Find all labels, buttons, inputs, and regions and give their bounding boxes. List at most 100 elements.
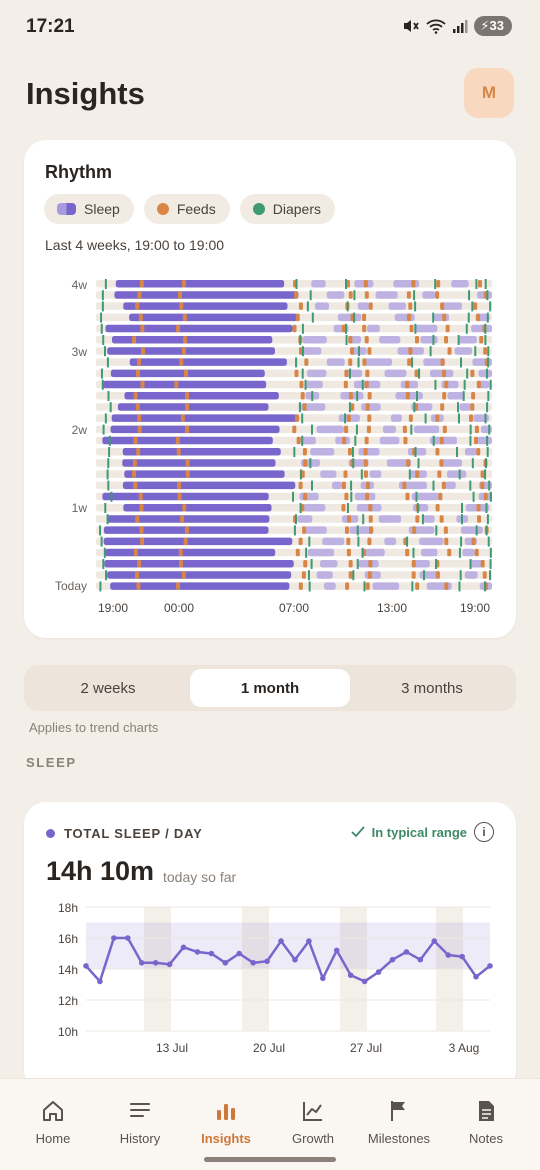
rhythm-diaper-mark (416, 391, 419, 401)
rhythm-time-label-4: 13:00 (377, 601, 407, 615)
rhythm-diaper-mark (348, 402, 351, 413)
rhythm-nap (481, 425, 492, 434)
rhythm-diaper-mark (463, 379, 466, 390)
rhythm-nap (394, 313, 415, 322)
chip-feeds[interactable]: Feeds (143, 194, 230, 224)
rhythm-nap (459, 403, 472, 411)
rhythm-nap (462, 548, 475, 557)
range-option-3-months[interactable]: 3 months (352, 669, 512, 707)
range-option-2-weeks[interactable]: 2 weeks (28, 669, 188, 707)
rhythm-feed-mark (348, 392, 353, 400)
rhythm-feed-mark (180, 515, 185, 523)
total-sleep-point (361, 978, 368, 985)
rhythm-night-sleep (105, 548, 276, 557)
rhythm-feed-mark (343, 380, 348, 389)
rhythm-nap (307, 548, 335, 557)
rhythm-nap (400, 380, 419, 389)
rhythm-diaper-mark (489, 559, 492, 569)
rhythm-diaper-mark (489, 491, 492, 502)
rhythm-feed-mark (176, 324, 181, 333)
signal-icon (453, 20, 468, 33)
chip-diapers-label: Diapers (272, 201, 321, 217)
rhythm-time-label-3: 07:00 (279, 601, 309, 615)
rhythm-diaper-mark (489, 570, 492, 581)
rhythm-diaper-mark (106, 357, 109, 368)
rhythm-diaper-mark (345, 279, 348, 289)
rhythm-diaper-mark (101, 301, 104, 312)
nav-insights[interactable]: Insights (183, 1097, 269, 1146)
rhythm-diaper-mark (99, 581, 102, 592)
rhythm-nap (477, 436, 492, 445)
nav-home[interactable]: Home (10, 1097, 96, 1146)
rhythm-feed-mark (444, 537, 449, 546)
rhythm-feed-mark (177, 492, 182, 501)
range-option-1-month[interactable]: 1 month (190, 669, 350, 707)
rhythm-feed-mark (480, 481, 485, 490)
rhythm-feed-mark (345, 582, 350, 590)
avatar[interactable]: M (464, 68, 514, 118)
total-sleep-point (459, 953, 465, 960)
nav-milestones-label: Milestones (367, 1131, 431, 1146)
status-icons: ⚡33 (402, 16, 512, 36)
rhythm-feed-mark (303, 459, 308, 467)
rhythm-feed-mark (182, 504, 187, 512)
rhythm-diaper-mark (469, 424, 472, 435)
rhythm-diaper-mark (459, 570, 462, 581)
rhythm-nap (316, 571, 333, 579)
rhythm-diaper-mark (361, 547, 364, 558)
rhythm-nap (423, 515, 435, 523)
rhythm-feed-mark (133, 392, 138, 400)
rhythm-feed-mark (140, 537, 145, 546)
rhythm-feed-mark (406, 459, 411, 467)
total-sleep-point (264, 958, 270, 965)
chip-diapers[interactable]: Diapers (239, 194, 335, 224)
total-sleep-subtitle: today so far (163, 869, 237, 885)
rhythm-nap (297, 515, 313, 523)
rhythm-feed-mark (474, 425, 479, 434)
rhythm-feed-mark (183, 336, 188, 344)
y-tick-label-10h: 10h (58, 1025, 78, 1039)
rhythm-feed-mark (137, 291, 142, 299)
rhythm-diaper-mark (357, 536, 360, 547)
rhythm-nap (464, 448, 477, 456)
rhythm-diaper-mark (484, 279, 487, 289)
rhythm-diaper-mark (306, 301, 309, 312)
rhythm-diaper-mark (486, 402, 489, 413)
rhythm-diaper-mark (295, 279, 298, 289)
rhythm-diaper-mark (301, 413, 304, 424)
x-tick-label-27-jul: 27 Jul (350, 1041, 382, 1055)
rhythm-feed-mark (405, 548, 410, 557)
info-icon[interactable]: i (474, 822, 494, 842)
total-sleep-card[interactable]: TOTAL SLEEP / DAY In typical range i 14h… (24, 802, 516, 1092)
rhythm-night-sleep (123, 302, 288, 310)
rhythm-feed-mark (181, 280, 186, 288)
rhythm-feed-mark (348, 291, 353, 299)
rhythm-feed-mark (476, 313, 481, 322)
nav-notes-label: Notes (469, 1131, 503, 1146)
total-sleep-point (375, 969, 382, 975)
rhythm-night-sleep (107, 347, 275, 355)
rhythm-nap (414, 324, 438, 333)
rhythm-diaper-mark (299, 335, 302, 345)
rhythm-feed-mark (175, 436, 180, 445)
nav-history[interactable]: History (97, 1097, 183, 1146)
nav-growth[interactable]: Growth (270, 1097, 356, 1146)
rhythm-diaper-mark (457, 413, 460, 424)
rhythm-night-sleep (107, 571, 292, 579)
rhythm-nap (379, 336, 401, 344)
rhythm-feed-mark (438, 492, 443, 501)
nav-notes[interactable]: Notes (443, 1097, 529, 1146)
rhythm-diaper-mark (413, 402, 416, 413)
rhythm-feed-mark (362, 313, 367, 322)
nav-milestones[interactable]: Milestones (356, 1097, 442, 1146)
rhythm-feed-mark (476, 448, 481, 456)
rhythm-feed-mark (302, 448, 307, 456)
rhythm-diaper-mark (356, 525, 359, 536)
rhythm-night-sleep (102, 436, 273, 445)
rhythm-diaper-mark (351, 447, 354, 457)
rhythm-feed-mark (174, 380, 179, 389)
chip-sleep[interactable]: Sleep (44, 194, 134, 224)
rhythm-diaper-mark (106, 514, 109, 525)
rhythm-feed-mark (348, 336, 353, 344)
rhythm-diaper-mark (358, 346, 361, 357)
